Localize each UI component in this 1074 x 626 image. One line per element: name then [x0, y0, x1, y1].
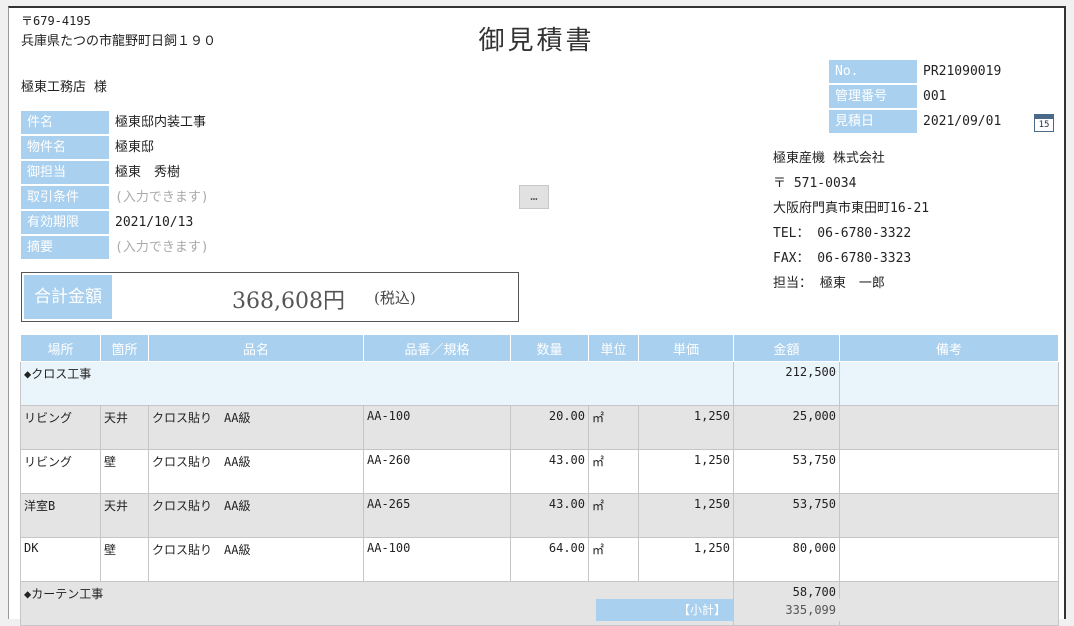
- field-value[interactable]: (入力できます): [115, 236, 209, 259]
- field-label: 御担当: [21, 161, 109, 184]
- column-header[interactable]: 品番／規格: [363, 334, 511, 362]
- column-header[interactable]: 品名: [148, 334, 364, 362]
- unit-cell[interactable]: ㎡: [588, 449, 639, 494]
- field-value[interactable]: 2021/10/13: [115, 211, 193, 234]
- table-row[interactable]: リビング 天井 クロス貼り AA級 AA-100 20.00 ㎡ 1,250 25,000: [20, 405, 1059, 450]
- field-value[interactable]: 極東邸: [115, 136, 154, 159]
- spot-cell[interactable]: 天井: [100, 405, 149, 450]
- note-cell[interactable]: [839, 493, 1059, 538]
- tax-label: (税込): [374, 289, 416, 307]
- note-cell[interactable]: [839, 537, 1059, 582]
- company-contact: 担当： 極東 一郎: [773, 276, 885, 291]
- field-value[interactable]: 極東邸内装工事: [115, 111, 206, 134]
- field-label: 物件名: [21, 136, 109, 159]
- column-header[interactable]: 数量: [510, 334, 589, 362]
- spec-cell[interactable]: AA-260: [363, 449, 511, 494]
- field-label: 有効期限: [21, 211, 109, 234]
- meta-label: No.: [829, 60, 917, 83]
- field-label: 取引条件: [21, 186, 109, 209]
- calendar-icon[interactable]: 15: [1034, 114, 1054, 132]
- meta-value[interactable]: 001: [923, 85, 946, 108]
- note-cell[interactable]: [839, 449, 1059, 494]
- category-row[interactable]: ◆クロス工事 212,500: [20, 361, 1059, 406]
- field-label: 件名: [21, 111, 109, 134]
- item-cell[interactable]: クロス貼り AA級: [148, 405, 364, 450]
- unit-cell[interactable]: ㎡: [588, 405, 639, 450]
- price-cell[interactable]: 1,250: [638, 493, 734, 538]
- spec-cell[interactable]: AA-100: [363, 405, 511, 450]
- qty-cell[interactable]: 43.00: [510, 493, 589, 538]
- item-cell[interactable]: クロス貼り AA級: [148, 537, 364, 582]
- table-row[interactable]: DK 壁クロス貼り AA級 AA-100 64.00 ㎡ 1,250 80,000: [20, 537, 1059, 582]
- customer-name[interactable]: 極東工務店 様: [21, 76, 107, 95]
- spot-cell[interactable]: 天井: [100, 493, 149, 538]
- place-cell[interactable]: リビング: [20, 405, 101, 450]
- place-cell[interactable]: 洋室B: [20, 493, 101, 538]
- table-header: 場所 箇所 品名 品番／規格 数量 単位 単価 金額 備考: [20, 334, 1059, 362]
- estimate-sheet: 〒679-4195 兵庫県たつの市龍野町日飼１９０ 御見積書 極東工務店 様 件…: [8, 6, 1066, 626]
- item-cell[interactable]: クロス貼り AA級: [148, 493, 364, 538]
- field-value[interactable]: (入力できます): [115, 186, 209, 209]
- category-amount: 212,500: [733, 361, 840, 406]
- amount-cell[interactable]: 25,000: [733, 405, 840, 450]
- amount-cell[interactable]: 53,750: [733, 449, 840, 494]
- total-label: 合計金額: [24, 275, 112, 319]
- spec-cell[interactable]: AA-100: [363, 537, 511, 582]
- spot-cell[interactable]: 壁: [100, 449, 149, 494]
- amount-cell[interactable]: 53,750: [733, 493, 840, 538]
- company-name: 極東産機 株式会社: [773, 151, 885, 166]
- qty-cell[interactable]: 20.00: [510, 405, 589, 450]
- meta-label: 見積日: [829, 110, 917, 133]
- company-tel: TEL： 06-6780-3322: [773, 226, 912, 241]
- price-cell[interactable]: 1,250: [638, 537, 734, 582]
- total-box: 合計金額 368,608円 (税込): [21, 272, 519, 322]
- place-cell[interactable]: DK: [20, 537, 101, 582]
- unit-cell[interactable]: ㎡: [588, 537, 639, 582]
- spec-cell[interactable]: AA-265: [363, 493, 511, 538]
- unit-cell[interactable]: ㎡: [588, 493, 639, 538]
- table-row[interactable]: リビング壁クロス貼り AA級 AA-260 43.00 ㎡ 1,250 53,750: [20, 449, 1059, 494]
- column-header[interactable]: 場所: [20, 334, 101, 362]
- field-label: 摘要: [21, 236, 109, 259]
- amount-cell[interactable]: 80,000: [733, 537, 840, 582]
- place-cell[interactable]: リビング: [20, 449, 101, 494]
- meta-value[interactable]: PR21090019: [923, 60, 1001, 83]
- company-fax: FAX： 06-6780-3323: [773, 251, 912, 266]
- qty-cell[interactable]: 43.00: [510, 449, 589, 494]
- company-address: 大阪府門真市東田町16-21: [773, 201, 930, 216]
- column-header[interactable]: 備考: [839, 334, 1059, 362]
- subtotal-label: 【小計】: [596, 599, 734, 621]
- more-button[interactable]: …: [519, 185, 549, 209]
- spot-cell[interactable]: 壁: [100, 537, 149, 582]
- subtotal-value: 335,099: [734, 599, 840, 621]
- column-header[interactable]: 金額: [733, 334, 840, 362]
- item-cell[interactable]: クロス貼り AA級: [148, 449, 364, 494]
- page-title: 御見積書: [478, 26, 595, 56]
- meta-value[interactable]: 2021/09/01: [923, 110, 1001, 133]
- meta-label: 管理番号: [829, 85, 917, 108]
- category-name: ◆クロス工事: [20, 361, 734, 406]
- price-cell[interactable]: 1,250: [638, 449, 734, 494]
- company-postal: 〒 571-0034: [773, 176, 857, 191]
- items-table: 場所 箇所 品名 品番／規格 数量 単位 単価 金額 備考 ◆クロス工事 212,500 リビング天…: [20, 334, 1059, 626]
- note-cell[interactable]: [839, 405, 1059, 450]
- note-cell[interactable]: [839, 361, 1059, 406]
- price-cell[interactable]: 1,250: [638, 405, 734, 450]
- column-header[interactable]: 単価: [638, 334, 734, 362]
- column-header[interactable]: 単位: [588, 334, 639, 362]
- total-value: 368,608円: [232, 289, 345, 314]
- field-value[interactable]: 極東 秀樹: [115, 161, 180, 184]
- qty-cell[interactable]: 64.00: [510, 537, 589, 582]
- column-header[interactable]: 箇所: [100, 334, 149, 362]
- company-info: 極東産機 株式会社 〒 571-0034 大阪府門真市東田町16-21 TEL：…: [773, 146, 929, 296]
- table-row[interactable]: 洋室B 天井 クロス貼り AA級 AA-265 43.00 ㎡ 1,250 53,750: [20, 493, 1059, 538]
